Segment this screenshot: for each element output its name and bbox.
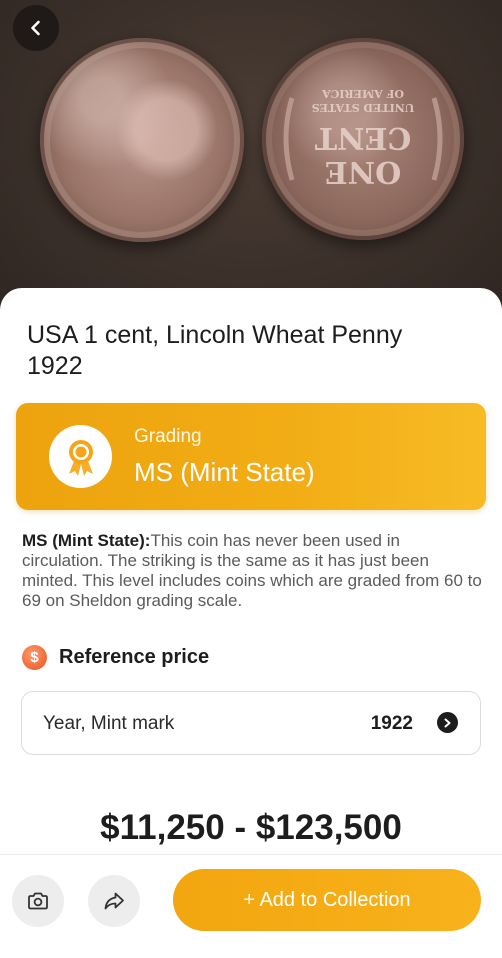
chevron-left-icon (31, 20, 40, 36)
reference-price-title: Reference price (59, 645, 210, 668)
share-button[interactable] (88, 875, 140, 927)
coin-reverse-lettering: ONE CENT UNITED STATES OF AMERICA (283, 87, 443, 189)
coin-title: USA 1 cent, Lincoln Wheat Penny 1922 (27, 321, 403, 380)
dollar-coin-icon: $ (22, 644, 47, 670)
share-icon (104, 892, 124, 910)
back-button[interactable] (13, 5, 59, 51)
grading-label: Grading (134, 426, 202, 447)
coin-obverse-image (40, 38, 244, 242)
reverse-cent-text: CENT (314, 120, 411, 155)
year-mint-mark-value: 1922 (370, 713, 413, 734)
chevron-right-glyph (444, 718, 451, 727)
grading-value: MS (Mint State) (134, 457, 315, 487)
camera-button[interactable] (12, 875, 64, 927)
reverse-one-text: ONE (325, 154, 401, 189)
bottom-action-bar: + Add to Collection (0, 854, 502, 958)
coin-reverse-image: ONE CENT UNITED STATES OF AMERICA (262, 38, 464, 240)
year-mint-mark-row[interactable]: Year, Mint mark 1922 (21, 691, 481, 755)
grade-description-term: MS (Mint State): (22, 531, 151, 550)
add-to-collection-button[interactable]: + Add to Collection (173, 869, 481, 931)
camera-icon (28, 892, 48, 910)
reverse-of-america-text: OF AMERICA (322, 87, 404, 100)
grade-description: MS (Mint State):This coin has never been… (22, 531, 482, 611)
grading-card[interactable]: Grading MS (Mint State) (16, 403, 486, 510)
reverse-united-states-text: UNITED STATES (312, 101, 415, 114)
chevron-right-circle-icon (437, 712, 458, 733)
price-range: $11,250 - $123,500 (100, 808, 402, 847)
reference-price-header: $ Reference price (22, 644, 209, 670)
coin-photo: ONE CENT UNITED STATES OF AMERICA (0, 0, 502, 320)
coin-detail-page: ONE CENT UNITED STATES OF AMERICA USA 1 … (0, 0, 502, 958)
year-mint-mark-label: Year, Mint mark (43, 713, 175, 734)
grade-badge (49, 425, 112, 488)
award-ribbon-icon (68, 439, 93, 476)
